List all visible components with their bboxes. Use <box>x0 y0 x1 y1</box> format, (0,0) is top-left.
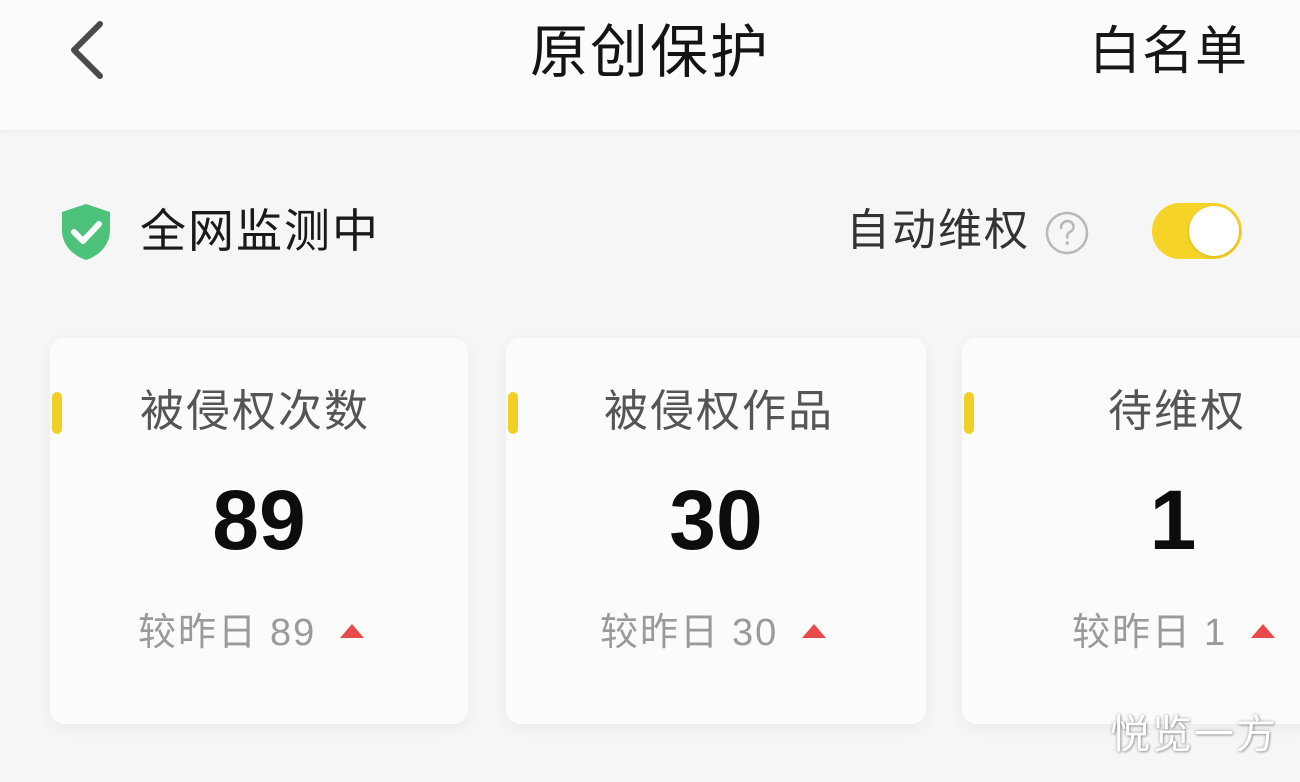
stat-card-infringed-works[interactable]: 被侵权作品 30 较昨日 30 <box>506 338 926 724</box>
stat-label: 待维权 <box>1108 386 1246 437</box>
trend-up-icon <box>1251 623 1276 638</box>
watermark-text: 悦览一方 <box>1110 712 1278 758</box>
monitor-status-row: 全网监测中 自动维权 <box>0 170 1300 290</box>
stat-label: 被侵权作品 <box>604 386 834 437</box>
compare-prefix: 较昨日 <box>138 610 259 654</box>
monitor-status-text: 全网监测中 <box>140 204 380 258</box>
stat-compare: 较昨日 89 <box>138 604 365 661</box>
compare-value: 30 <box>732 612 779 654</box>
card-accent-bar <box>508 392 518 434</box>
toggle-knob <box>1189 206 1239 256</box>
compare-value: 1 <box>1204 612 1228 654</box>
card-accent-bar <box>964 392 974 434</box>
compare-prefix: 较昨日 <box>600 610 721 654</box>
auto-protect-label: 自动维权 <box>846 205 1030 256</box>
back-button[interactable] <box>56 18 116 82</box>
chevron-left-icon <box>71 21 103 79</box>
stat-value: 30 <box>669 473 763 567</box>
card-accent-bar <box>52 392 62 434</box>
stat-value: 89 <box>212 473 306 567</box>
stat-value: 1 <box>1149 473 1197 567</box>
trend-up-icon <box>340 623 365 638</box>
compare-value: 89 <box>270 612 317 654</box>
question-circle-icon[interactable] <box>1044 210 1090 256</box>
stat-label: 被侵权次数 <box>140 386 370 437</box>
compare-prefix: 较昨日 <box>1072 610 1193 654</box>
stat-card-infringement-count[interactable]: 被侵权次数 89 较昨日 89 <box>50 338 468 724</box>
trend-up-icon <box>802 623 827 638</box>
stat-card-pending-protection[interactable]: 待维权 1 较昨日 1 <box>962 338 1300 724</box>
stat-compare: 较昨日 30 <box>600 604 827 661</box>
stat-compare: 较昨日 1 <box>1072 604 1276 661</box>
shield-check-icon <box>62 204 110 260</box>
top-nav-bar: 原创保护 白名单 <box>0 0 1300 131</box>
whitelist-button[interactable]: 白名单 <box>1089 14 1248 90</box>
auto-protect-toggle[interactable] <box>1152 203 1242 259</box>
